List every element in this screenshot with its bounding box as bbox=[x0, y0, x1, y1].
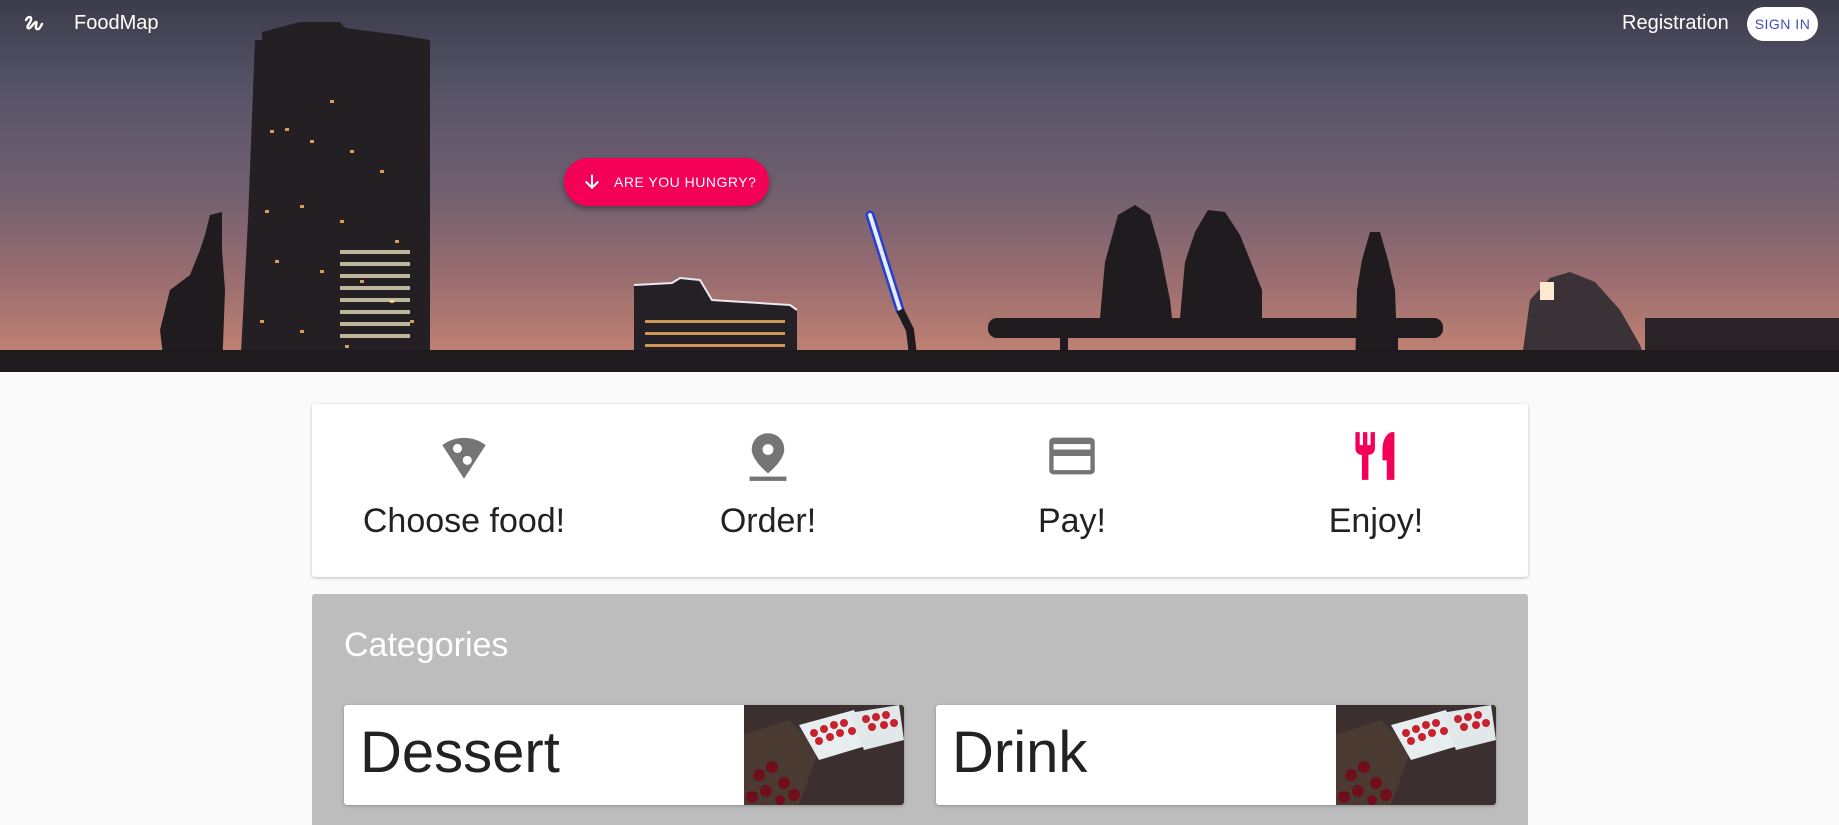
step-choose-food: Choose food! bbox=[312, 404, 616, 577]
credit-card-icon bbox=[1049, 437, 1095, 475]
hero-banner: FoodMap Registration SIGN IN ARE YOU HUN… bbox=[0, 0, 1839, 372]
sign-in-button[interactable]: SIGN IN bbox=[1747, 7, 1818, 41]
squiggle-logo-icon[interactable] bbox=[22, 12, 46, 36]
registration-link[interactable]: Registration bbox=[1622, 12, 1729, 35]
arrow-down-icon bbox=[585, 174, 599, 189]
how-it-works-card: Choose food! Order! Pay! Enjoy! bbox=[312, 404, 1528, 577]
step-label: Order! bbox=[719, 502, 817, 540]
are-you-hungry-button[interactable]: ARE YOU HUNGRY? bbox=[564, 158, 769, 206]
brand-name[interactable]: FoodMap bbox=[74, 12, 159, 35]
step-label: Choose food! bbox=[362, 502, 566, 540]
step-order: Order! bbox=[616, 404, 920, 577]
top-navigation-bar: FoodMap Registration SIGN IN bbox=[0, 0, 1839, 48]
categories-section: Categories Dessert Drink bbox=[312, 594, 1528, 825]
are-you-hungry-label: ARE YOU HUNGRY? bbox=[614, 174, 757, 190]
fork-knife-icon bbox=[1355, 432, 1395, 480]
berries-photo bbox=[744, 705, 904, 805]
category-card-drink[interactable]: Drink bbox=[936, 705, 1496, 805]
map-pin-icon bbox=[749, 433, 787, 481]
city-skyline-image bbox=[0, 22, 1839, 372]
berries-photo bbox=[1336, 705, 1496, 805]
step-enjoy: Enjoy! bbox=[1224, 404, 1528, 577]
step-pay: Pay! bbox=[920, 404, 1224, 577]
category-card-dessert[interactable]: Dessert bbox=[344, 705, 904, 805]
pizza-slice-icon bbox=[442, 437, 486, 479]
category-name: Drink bbox=[952, 720, 1088, 785]
category-name: Dessert bbox=[360, 720, 560, 785]
step-label: Enjoy! bbox=[1328, 502, 1424, 540]
step-label: Pay! bbox=[1037, 502, 1107, 540]
categories-title: Categories bbox=[344, 626, 509, 664]
